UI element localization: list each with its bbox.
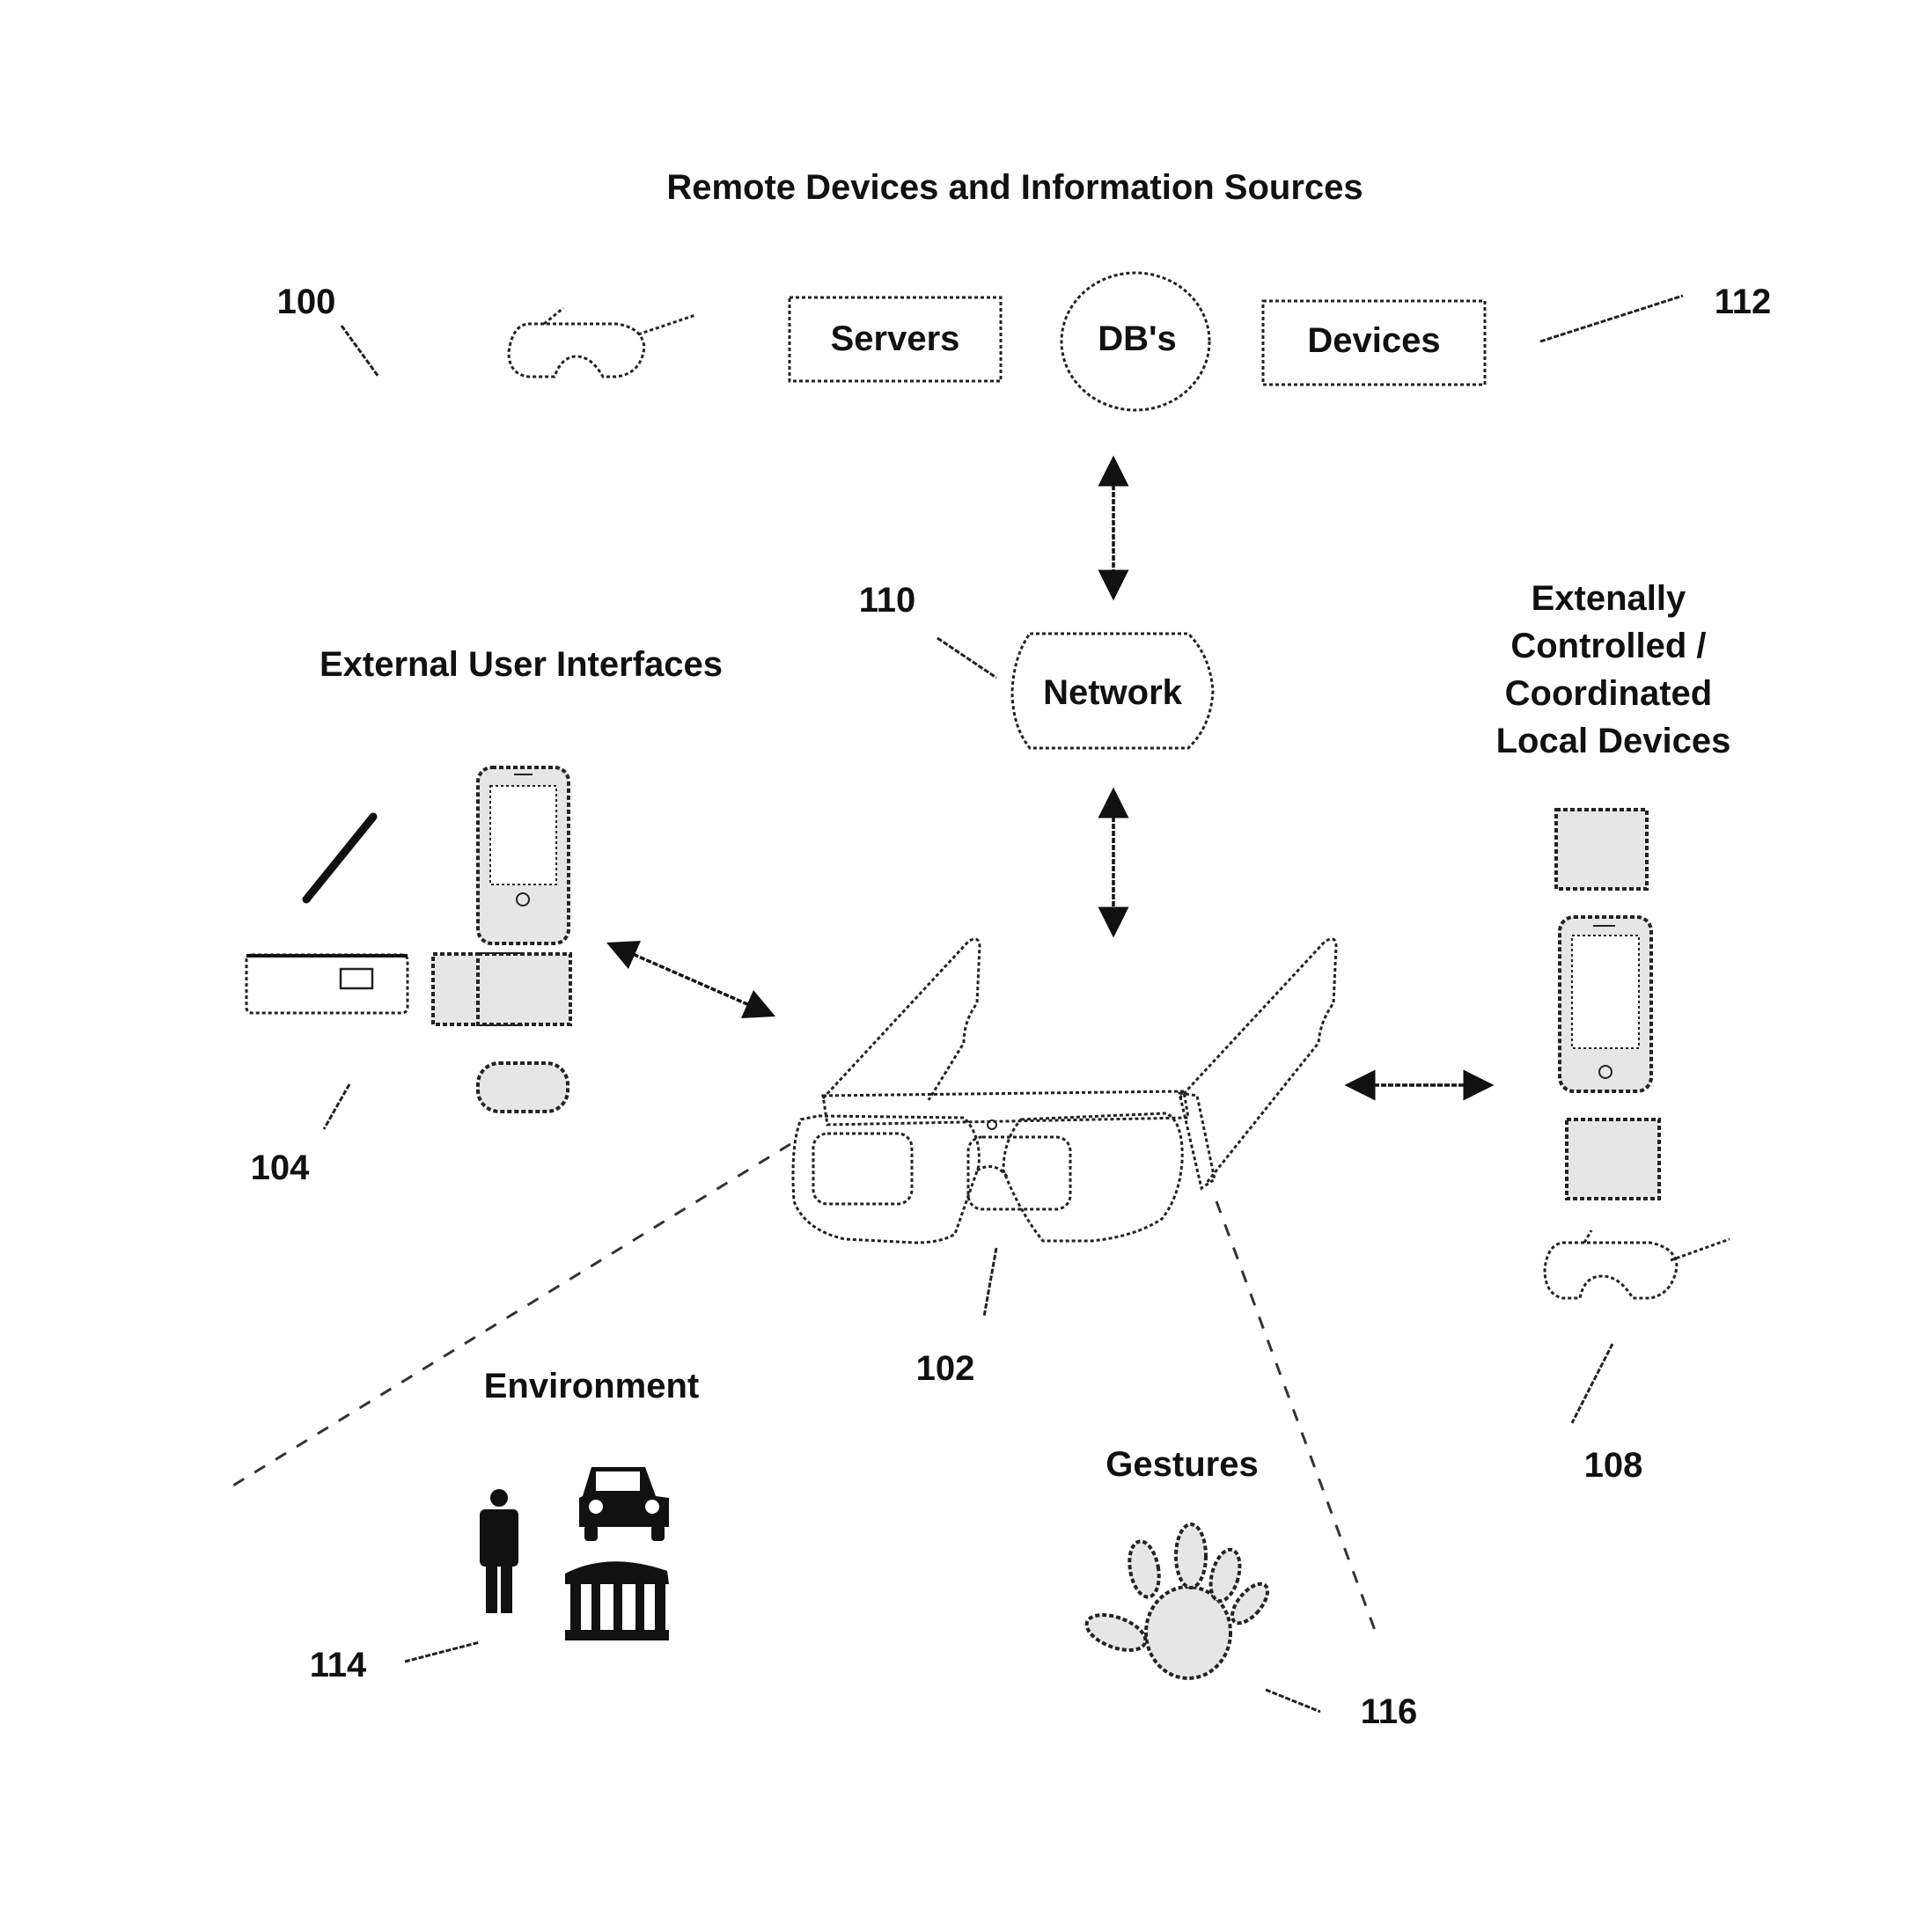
devices-label: Devices: [1307, 321, 1440, 360]
leader-102: [982, 1247, 998, 1317]
mouse-icon: [476, 1061, 569, 1113]
leader-100: [340, 325, 380, 378]
servers-label: Servers: [831, 319, 960, 358]
glasses-icon: [507, 306, 696, 378]
local-glasses-icon: [1543, 1229, 1730, 1300]
diagram-title: Remote Devices and Information Sources: [666, 168, 1363, 207]
dbs-circle: DB's: [1060, 271, 1211, 412]
smart-glasses-icon: [791, 937, 1338, 1244]
car-icon: [579, 1467, 669, 1541]
local-devices-heading: Extenally Controlled / Coordinated Local…: [1496, 579, 1731, 760]
devices-box: Devices: [1261, 299, 1487, 386]
ref-100: 100: [277, 283, 336, 321]
tablet-icon-left: [476, 952, 572, 1026]
local-tablet-icon: [1554, 808, 1649, 891]
ref-108: 108: [1584, 1446, 1643, 1485]
leader-108: [1570, 1343, 1614, 1424]
local-devices-heading-line4: Local Devices: [1496, 722, 1731, 760]
smartphone-icon: [476, 766, 570, 945]
building-icon: [565, 1561, 669, 1640]
local-devices-heading-line2: Controlled /: [1510, 627, 1706, 665]
leader-110: [937, 636, 997, 679]
environment-heading: Environment: [484, 1367, 699, 1405]
ref-104: 104: [251, 1148, 310, 1187]
ref-102: 102: [916, 1349, 975, 1388]
servers-box: Servers: [788, 296, 1003, 383]
leader-112: [1539, 294, 1684, 343]
ref-114: 114: [310, 1646, 367, 1684]
arrow-ui-glasses: [606, 940, 776, 1019]
local-devices-heading-line1: Extenally: [1532, 579, 1686, 618]
leader-114: [404, 1640, 481, 1663]
local-devices-heading-line3: Coordinated: [1505, 674, 1713, 713]
diagram-canvas: Remote Devices and Information Sources 1…: [224, 168, 1772, 1731]
network-node: Network: [1010, 632, 1215, 750]
network-label: Network: [1043, 673, 1183, 712]
person-icon: [480, 1489, 518, 1613]
local-smartphone-icon: [1558, 915, 1653, 1093]
leader-116: [1265, 1688, 1321, 1714]
external-ui-heading: External User Interfaces: [320, 645, 723, 684]
stylus-icon: [302, 812, 378, 904]
view-ray-left: [224, 1142, 791, 1493]
ref-110: 110: [859, 581, 916, 620]
gestures-heading: Gestures: [1106, 1445, 1258, 1484]
dbs-label: DB's: [1098, 319, 1177, 358]
ref-112: 112: [1715, 283, 1772, 321]
ref-116: 116: [1361, 1692, 1418, 1731]
local-tablet-icon-2: [1565, 1118, 1661, 1200]
hand-icon: [1084, 1523, 1270, 1680]
keyboard-icon: [245, 953, 409, 1015]
leader-104: [322, 1083, 351, 1130]
